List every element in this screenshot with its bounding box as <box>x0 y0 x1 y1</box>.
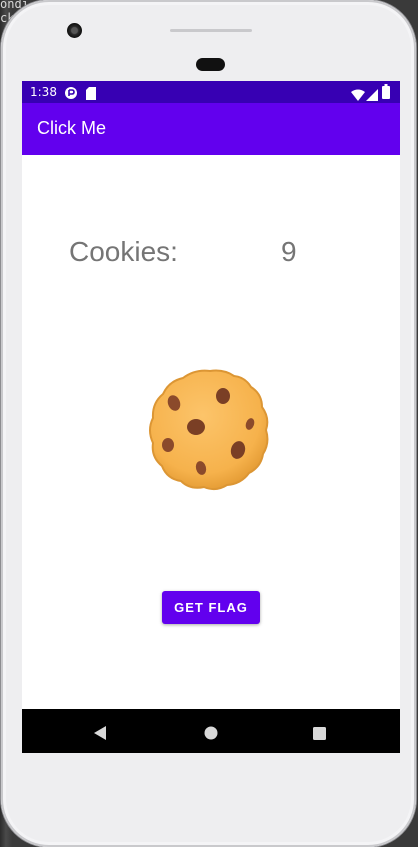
app-title: Click Me <box>37 118 107 138</box>
play-protect-icon <box>64 85 78 104</box>
home-icon[interactable] <box>204 725 218 744</box>
proximity-sensor <box>196 58 225 71</box>
battery-icon <box>382 84 390 103</box>
navigation-bar <box>22 709 400 753</box>
cookies-label: Cookies: <box>69 236 178 267</box>
status-bar: 1:38 <box>22 81 400 103</box>
status-time: 1:38 <box>30 85 57 99</box>
back-icon[interactable] <box>93 725 107 744</box>
sd-card-icon <box>86 85 96 104</box>
phone-frame: 1:38 Click Me Cookies: 9 GET FLAG <box>1 0 416 847</box>
front-camera-icon <box>67 23 82 38</box>
app-bar: Click Me <box>22 103 400 155</box>
cookie-icon[interactable] <box>146 366 274 494</box>
get-flag-button[interactable]: GET FLAG <box>162 591 260 624</box>
device-screen: 1:38 Click Me Cookies: 9 GET FLAG <box>22 81 400 753</box>
cookies-count: 9 <box>281 236 297 267</box>
earpiece-speaker <box>170 29 252 32</box>
recents-icon[interactable] <box>313 725 326 744</box>
